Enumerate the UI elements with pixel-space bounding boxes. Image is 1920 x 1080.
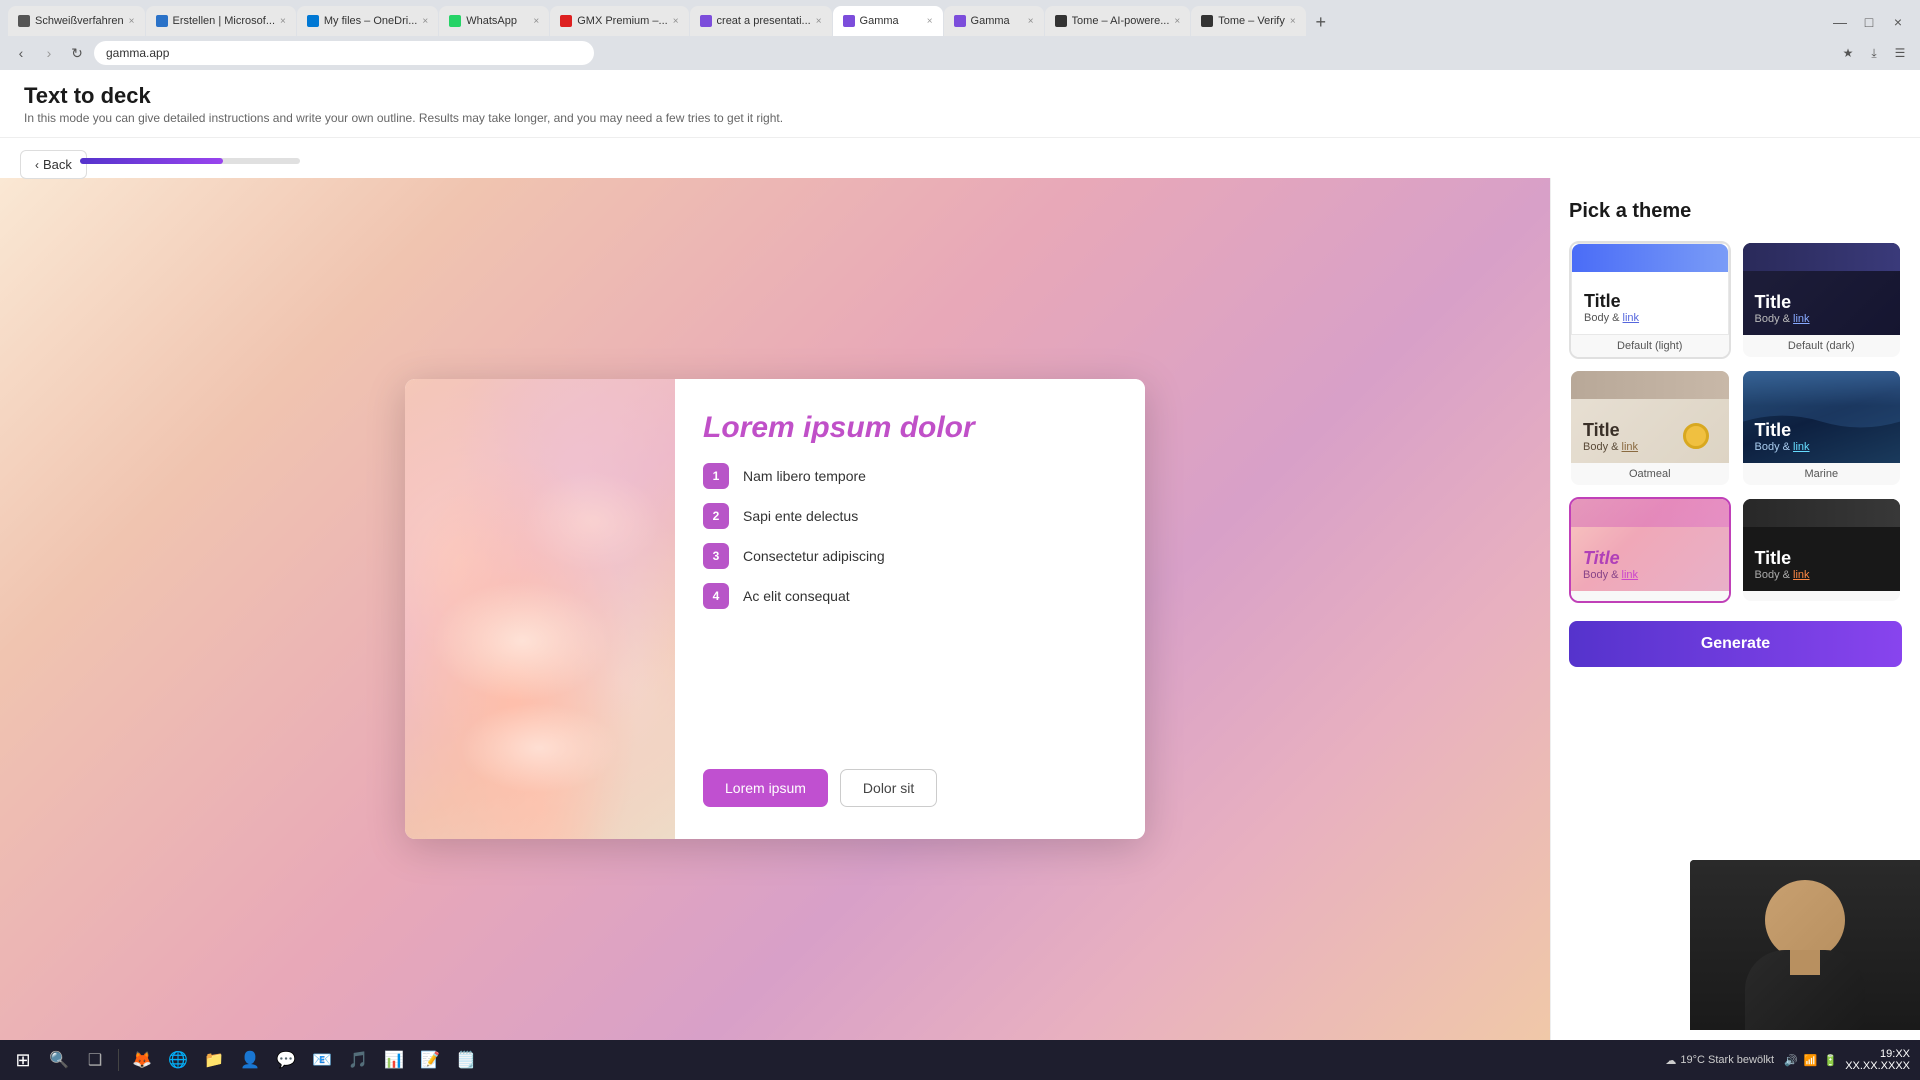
- item-num-4: 4: [703, 583, 729, 609]
- taskbar-icon-1[interactable]: 🦊: [125, 1043, 159, 1077]
- window-maximize[interactable]: □: [1855, 8, 1883, 36]
- browser-action-2[interactable]: ⤓: [1864, 43, 1884, 63]
- theme-body-warm: Body & link: [1583, 569, 1717, 581]
- slide-btn-secondary[interactable]: Dolor sit: [840, 769, 937, 807]
- theme-panel-title: Pick a theme: [1569, 200, 1902, 223]
- item-text-3: Consectetur adipiscing: [743, 548, 885, 564]
- theme-label-default-dark: Default (dark): [1743, 335, 1901, 357]
- theme-label-dark2: [1743, 591, 1901, 601]
- taskbar-icon-6[interactable]: 📧: [305, 1043, 339, 1077]
- nav-back[interactable]: ‹: [10, 42, 32, 64]
- theme-card-default-light[interactable]: Title Body & link Default (light): [1569, 241, 1731, 359]
- new-tab-button[interactable]: +: [1307, 8, 1335, 36]
- theme-body-dark2: Body & link: [1755, 569, 1889, 581]
- tab-creat[interactable]: creat a presentati... ×: [690, 6, 832, 36]
- nav-reload[interactable]: ↻: [66, 42, 88, 64]
- tab-bar: Schweißverfahren × Erstellen | Microsof.…: [0, 0, 1920, 36]
- theme-title-default-light: Title: [1584, 291, 1716, 312]
- slide-item-2: 2 Sapi ente delectus: [703, 503, 1117, 529]
- theme-title-marine: Title: [1755, 420, 1889, 441]
- taskbar-weather: ☁ 19°C Stark bewölkt: [1665, 1054, 1774, 1067]
- taskbar-task-view[interactable]: ❑: [78, 1043, 112, 1077]
- slide-item-3: 3 Consectetur adipiscing: [703, 543, 1117, 569]
- address-bar: ‹ › ↻ gamma.app ★ ⤓ ☰: [0, 36, 1920, 70]
- theme-label-default-light: Default (light): [1571, 335, 1729, 357]
- theme-title-default-dark: Title: [1755, 292, 1889, 313]
- slide-items-list: 1 Nam libero tempore 2 Sapi ente delectu…: [703, 463, 1117, 751]
- theme-card-warm[interactable]: Title Body & link: [1569, 497, 1731, 603]
- taskbar-icon-3[interactable]: 📁: [197, 1043, 231, 1077]
- theme-label-warm: [1571, 591, 1729, 601]
- browser-action-1[interactable]: ★: [1838, 43, 1858, 63]
- item-num-2: 2: [703, 503, 729, 529]
- taskbar-icon-9[interactable]: 📝: [413, 1043, 447, 1077]
- slide-btn-primary[interactable]: Lorem ipsum: [703, 769, 828, 807]
- theme-label-oatmeal: Oatmeal: [1571, 463, 1729, 485]
- window-minimize[interactable]: —: [1826, 8, 1854, 36]
- slide-item-4: 4 Ac elit consequat: [703, 583, 1117, 609]
- video-overlay: [1690, 860, 1920, 1030]
- slide-body: Lorem ipsum dolor 1 Nam libero tempore 2…: [675, 379, 1145, 839]
- tab-gamma-active[interactable]: Gamma ×: [833, 6, 943, 36]
- theme-body-marine: Body & link: [1755, 441, 1889, 453]
- tab-gamma2[interactable]: Gamma ×: [944, 6, 1044, 36]
- taskbar-system-icons: 🔊 📶 🔋: [1784, 1054, 1837, 1067]
- item-text-2: Sapi ente delectus: [743, 508, 858, 524]
- tab-onedrive[interactable]: My files – OneDri... ×: [297, 6, 438, 36]
- taskbar-icon-5[interactable]: 💬: [269, 1043, 303, 1077]
- taskbar-search[interactable]: 🔍: [42, 1043, 76, 1077]
- theme-title-dark2: Title: [1755, 548, 1889, 569]
- back-label: Back: [43, 157, 72, 172]
- slide-image-panel: [405, 379, 675, 839]
- theme-card-oatmeal[interactable]: Title Body & link Oatmeal: [1569, 369, 1731, 487]
- taskbar-start[interactable]: ⊞: [6, 1043, 40, 1077]
- slide-card: Lorem ipsum dolor 1 Nam libero tempore 2…: [405, 379, 1145, 839]
- taskbar-icon-7[interactable]: 🎵: [341, 1043, 375, 1077]
- taskbar-icon-8[interactable]: 📊: [377, 1043, 411, 1077]
- oatmeal-cursor-indicator: [1683, 423, 1709, 449]
- theme-label-marine: Marine: [1743, 463, 1901, 485]
- window-close[interactable]: ×: [1884, 8, 1912, 36]
- theme-card-dark2[interactable]: Title Body & link: [1741, 497, 1903, 603]
- tab-tome[interactable]: Tome – AI-powere... ×: [1045, 6, 1191, 36]
- nav-forward[interactable]: ›: [38, 42, 60, 64]
- tab-gmx[interactable]: GMX Premium –... ×: [550, 6, 688, 36]
- generate-button[interactable]: Generate: [1569, 621, 1902, 667]
- item-text-4: Ac elit consequat: [743, 588, 850, 604]
- slide-heading: Lorem ipsum dolor: [703, 411, 1117, 445]
- browser-action-3[interactable]: ☰: [1890, 43, 1910, 63]
- tab-schweiss[interactable]: Schweißverfahren ×: [8, 6, 145, 36]
- theme-card-default-dark[interactable]: Title Body & link Default (dark): [1741, 241, 1903, 359]
- tab-whatsapp[interactable]: WhatsApp ×: [439, 6, 549, 36]
- app-area: Text to deck In this mode you can give d…: [0, 70, 1920, 1080]
- item-num-3: 3: [703, 543, 729, 569]
- taskbar: ⊞ 🔍 ❑ 🦊 🌐 📁 👤 💬 📧 🎵 📊 📝 🗒️ ☁ 19°C Stark …: [0, 1040, 1920, 1080]
- page-title: Text to deck: [24, 83, 1896, 109]
- theme-body-default-dark: Body & link: [1755, 313, 1889, 325]
- main-content-area: Lorem ipsum dolor 1 Nam libero tempore 2…: [0, 178, 1550, 1040]
- app-header: Text to deck In this mode you can give d…: [0, 70, 1920, 138]
- progress-fill: [80, 158, 223, 164]
- taskbar-icon-4[interactable]: 👤: [233, 1043, 267, 1077]
- item-text-1: Nam libero tempore: [743, 468, 866, 484]
- theme-title-warm: Title: [1583, 548, 1717, 569]
- taskbar-icon-10[interactable]: 🗒️: [449, 1043, 483, 1077]
- item-num-1: 1: [703, 463, 729, 489]
- slide-item-1: 1 Nam libero tempore: [703, 463, 1117, 489]
- tab-tome-verify[interactable]: Tome – Verify ×: [1191, 6, 1305, 36]
- address-input[interactable]: gamma.app: [94, 41, 594, 65]
- taskbar-time: 19:XX XX.XX.XXXX: [1845, 1048, 1910, 1072]
- back-arrow-icon: ‹: [35, 158, 39, 172]
- progress-bar: [80, 158, 300, 164]
- page-subtitle: In this mode you can give detailed instr…: [24, 111, 1896, 125]
- theme-grid: Title Body & link Default (light) Title …: [1569, 241, 1902, 603]
- slide-buttons: Lorem ipsum Dolor sit: [703, 769, 1117, 807]
- theme-body-default-light: Body & link: [1584, 312, 1716, 324]
- browser-chrome: Schweißverfahren × Erstellen | Microsof.…: [0, 0, 1920, 70]
- tab-erstellen[interactable]: Erstellen | Microsof... ×: [146, 6, 296, 36]
- theme-card-marine[interactable]: Title Body & link Marine: [1741, 369, 1903, 487]
- taskbar-icon-2[interactable]: 🌐: [161, 1043, 195, 1077]
- back-button[interactable]: ‹ Back: [20, 150, 87, 179]
